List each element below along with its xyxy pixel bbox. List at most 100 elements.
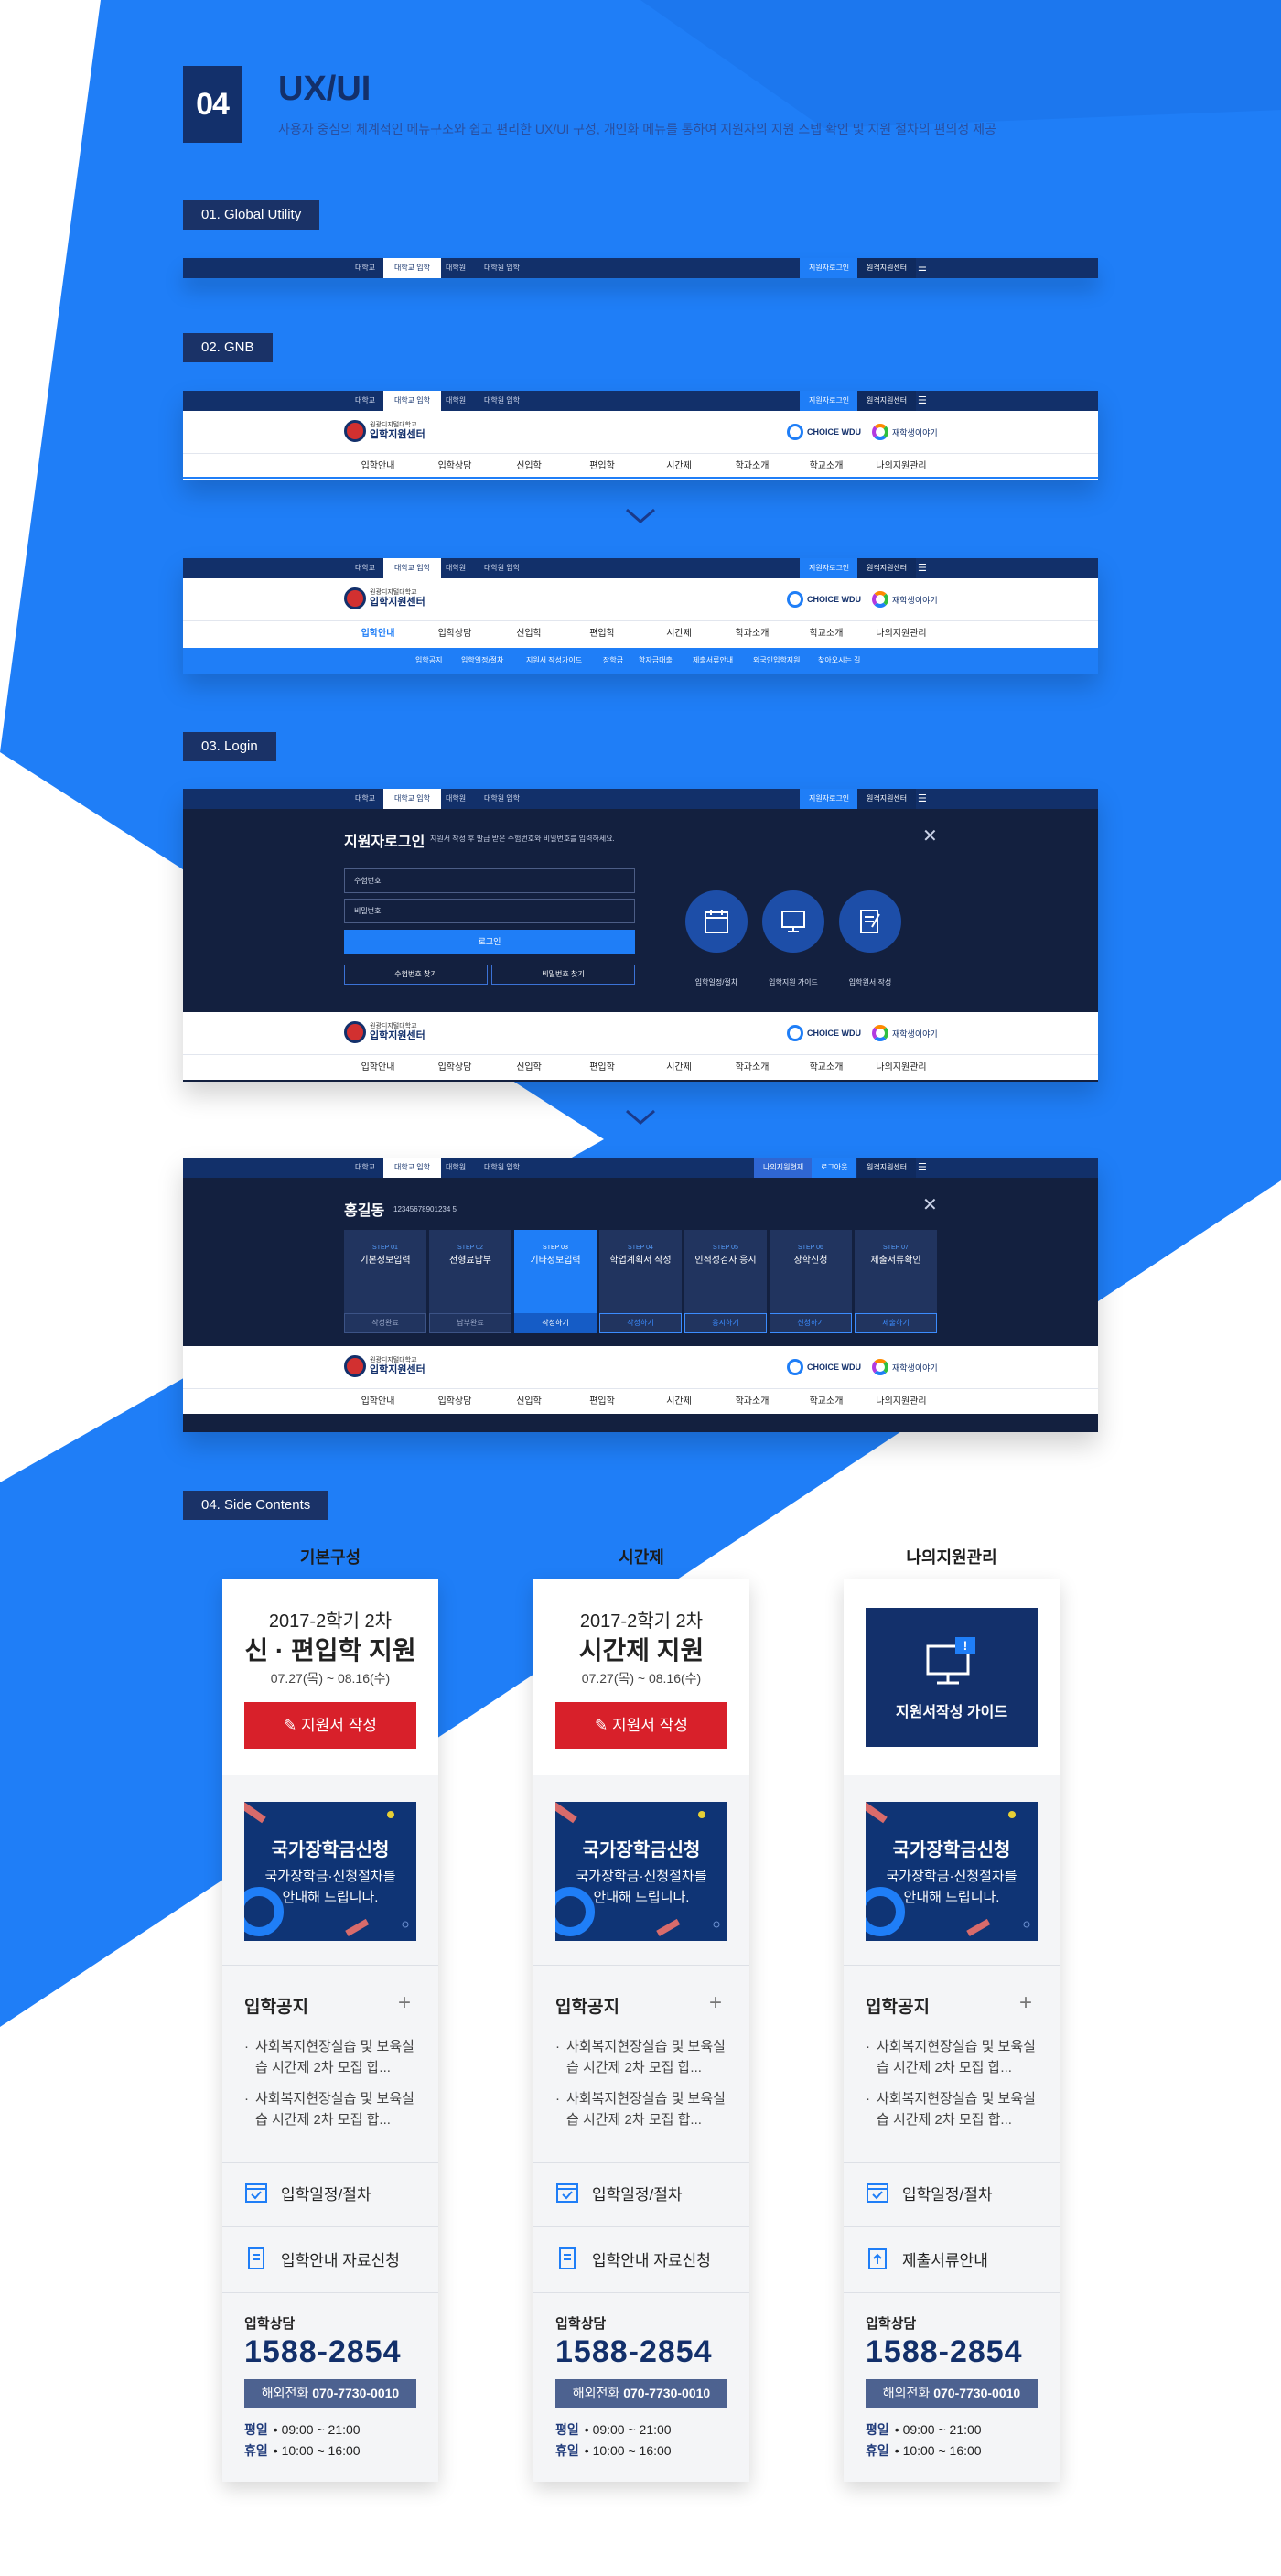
util-tab-grad-admission[interactable]: 대학원 입학: [473, 1158, 531, 1178]
find-number-button[interactable]: 수험번호 찾기: [344, 965, 488, 985]
submenu-item[interactable]: 입학일정/절차: [461, 648, 503, 674]
step-action[interactable]: 신청하기: [770, 1313, 852, 1333]
submenu-item[interactable]: 학자금대출: [639, 648, 673, 674]
close-icon[interactable]: ✕: [922, 1196, 938, 1214]
menu-item[interactable]: 학교소개: [810, 1055, 844, 1081]
hamburger-icon[interactable]: ☰: [910, 558, 934, 578]
menu-item[interactable]: 입학안내: [361, 454, 395, 480]
student-story-link[interactable]: 재학생이야기: [872, 424, 938, 440]
plus-icon[interactable]: +: [709, 1990, 722, 2016]
my-application-link[interactable]: 나의지원현재: [754, 1158, 813, 1178]
menu-item[interactable]: 신입학: [516, 1389, 542, 1415]
menu-item[interactable]: 학교소개: [810, 1389, 844, 1415]
submenu-item[interactable]: 찾아오시는 길: [818, 648, 860, 674]
util-tab-college[interactable]: 대학교: [344, 1158, 386, 1178]
student-story-link[interactable]: 재학생이야기: [872, 591, 938, 608]
menu-item[interactable]: 편입학: [589, 1389, 615, 1415]
write-shortcut[interactable]: [839, 890, 901, 953]
step-card-active[interactable]: STEP 03 기타정보입력 작성하기: [514, 1230, 597, 1333]
hamburger-icon[interactable]: ☰: [910, 391, 934, 411]
menu-item[interactable]: 입학상담: [438, 454, 472, 480]
scholarship-banner[interactable]: 국가장학금신청 국가장학금·신청절차를 안내해 드립니다.: [555, 1802, 727, 1941]
util-tab-admission[interactable]: 대학교 입학: [383, 258, 442, 278]
menu-item[interactable]: 입학상담: [438, 1389, 472, 1415]
menu-item[interactable]: 편입학: [589, 621, 615, 647]
site-logo[interactable]: 원광디지털대학교 입학지원센터: [344, 420, 425, 442]
schedule-shortcut[interactable]: [685, 890, 748, 953]
menu-item[interactable]: 입학상담: [438, 1055, 472, 1081]
submenu-item[interactable]: 외국인입학지원: [753, 648, 801, 674]
menu-item[interactable]: 나의지원관리: [876, 1055, 926, 1081]
util-tab-admission[interactable]: 대학교 입학: [383, 789, 442, 809]
util-tab-admission[interactable]: 대학교 입학: [383, 391, 442, 411]
util-tab-grad[interactable]: 대학원: [435, 789, 477, 809]
brochure-link[interactable]: 입학안내 자료신청: [244, 2247, 400, 2270]
menu-item[interactable]: 신입학: [516, 621, 542, 647]
logout-link[interactable]: 로그아웃: [812, 1158, 857, 1178]
hamburger-icon[interactable]: ☰: [910, 789, 934, 809]
plus-icon[interactable]: +: [398, 1990, 411, 2016]
site-logo[interactable]: 원광디지털대학교 입학지원센터: [344, 587, 425, 609]
password-input[interactable]: 비밀번호: [344, 899, 635, 923]
step-card[interactable]: STEP 06 장학신청 신청하기: [770, 1230, 852, 1333]
applicant-login-link[interactable]: 지원자로그인: [800, 391, 859, 411]
applicant-login-link[interactable]: 지원자로그인: [800, 789, 859, 809]
step-card[interactable]: STEP 01 기본정보입력 작성완료: [344, 1230, 426, 1333]
util-tab-admission[interactable]: 대학교 입학: [383, 558, 442, 578]
step-action[interactable]: 작성하기: [514, 1313, 597, 1333]
menu-item-active[interactable]: 입학안내: [361, 621, 395, 647]
step-card[interactable]: STEP 02 전형료납부 납부완료: [429, 1230, 511, 1333]
exam-number-input[interactable]: 수험번호: [344, 868, 635, 893]
menu-item[interactable]: 신입학: [516, 454, 542, 480]
util-tab-college[interactable]: 대학교: [344, 391, 386, 411]
step-action[interactable]: 제출하기: [855, 1313, 937, 1333]
util-tab-grad[interactable]: 대학원: [435, 1158, 477, 1178]
step-card[interactable]: STEP 04 학업계획서 작성 작성하기: [599, 1230, 682, 1333]
site-logo[interactable]: 원광디지털대학교 입학지원센터: [344, 1355, 425, 1377]
hamburger-icon[interactable]: ☰: [910, 258, 934, 278]
site-logo[interactable]: 원광디지털대학교 입학지원센터: [344, 1021, 425, 1043]
close-icon[interactable]: ✕: [922, 827, 938, 846]
notice-item[interactable]: 사회복지현장실습 및 보육실습 시간제 2차 모집 합...: [244, 2036, 424, 2078]
notice-item[interactable]: 사회복지현장실습 및 보육실습 시간제 2차 모집 합...: [866, 2088, 1045, 2130]
menu-item[interactable]: 편입학: [589, 1055, 615, 1081]
scholarship-banner[interactable]: 국가장학금신청 국가장학금·신청절차를 안내해 드립니다.: [866, 1802, 1038, 1941]
step-card[interactable]: STEP 07 제출서류확인 제출하기: [855, 1230, 937, 1333]
step-action[interactable]: 작성하기: [599, 1313, 682, 1333]
submenu-item[interactable]: 장학금: [603, 648, 623, 674]
choice-wdu-link[interactable]: CHOICE WDU: [787, 1025, 861, 1041]
notice-item[interactable]: 사회복지현장실습 및 보육실습 시간제 2차 모집 합...: [555, 2088, 735, 2130]
menu-item[interactable]: 학교소개: [810, 621, 844, 647]
menu-item[interactable]: 편입학: [589, 454, 615, 480]
admission-center-link[interactable]: 원격지원센터: [857, 1158, 917, 1178]
application-guide-banner[interactable]: ! 지원서작성 가이드: [866, 1608, 1038, 1747]
brochure-link[interactable]: 입학안내 자료신청: [555, 2247, 711, 2270]
menu-item[interactable]: 신입학: [516, 1055, 542, 1081]
util-tab-college[interactable]: 대학교: [344, 789, 386, 809]
submenu-item[interactable]: 입학공지: [415, 648, 442, 674]
util-tab-college[interactable]: 대학교: [344, 558, 386, 578]
documents-link[interactable]: 제출서류안내: [866, 2247, 988, 2270]
student-story-link[interactable]: 재학생이야기: [872, 1025, 938, 1041]
menu-item[interactable]: 나의지원관리: [876, 1389, 926, 1415]
admission-center-link[interactable]: 원격지원센터: [857, 789, 917, 809]
menu-item[interactable]: 시간제: [666, 454, 692, 480]
menu-item[interactable]: 입학안내: [361, 1055, 395, 1081]
submenu-item[interactable]: 제출서류안내: [693, 648, 733, 674]
notice-item[interactable]: 사회복지현장실습 및 보육실습 시간제 2차 모집 합...: [866, 2036, 1045, 2078]
admission-center-link[interactable]: 원격지원센터: [857, 558, 917, 578]
menu-item[interactable]: 입학상담: [438, 621, 472, 647]
util-tab-grad-admission[interactable]: 대학원 입학: [473, 789, 531, 809]
plus-icon[interactable]: +: [1019, 1990, 1032, 2016]
notice-item[interactable]: 사회복지현장실습 및 보육실습 시간제 2차 모집 합...: [555, 2036, 735, 2078]
admission-center-link[interactable]: 원격지원센터: [857, 391, 917, 411]
apply-button[interactable]: ✎ 지원서 작성: [244, 1702, 416, 1749]
util-tab-grad-admission[interactable]: 대학원 입학: [473, 258, 531, 278]
menu-item[interactable]: 시간제: [666, 1055, 692, 1081]
step-action[interactable]: 납부완료: [429, 1313, 511, 1333]
menu-item[interactable]: 시간제: [666, 1389, 692, 1415]
util-tab-grad[interactable]: 대학원: [435, 258, 477, 278]
student-story-link[interactable]: 재학생이야기: [872, 1359, 938, 1375]
menu-item[interactable]: 학과소개: [736, 1055, 770, 1081]
util-tab-college[interactable]: 대학교: [344, 258, 386, 278]
